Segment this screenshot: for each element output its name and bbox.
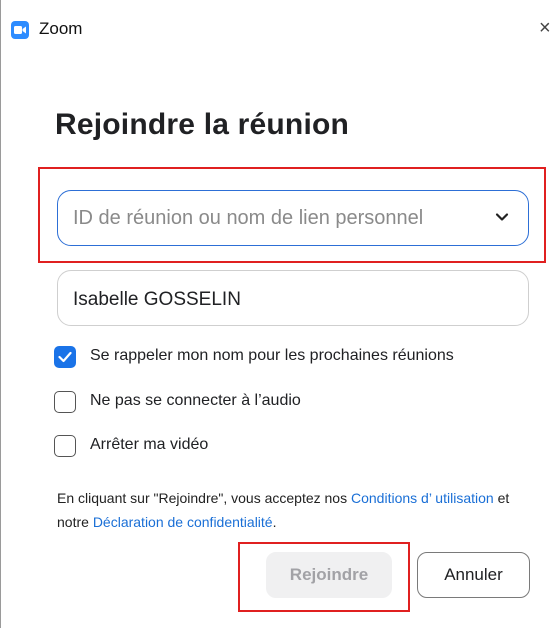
chevron-down-icon[interactable] — [493, 208, 511, 226]
title-bar: Zoom × — [1, 0, 558, 39]
legal-prefix: En cliquant sur "Rejoindre", vous accept… — [57, 490, 351, 506]
checkmark-icon — [58, 351, 72, 363]
stop-video-label: Arrêter ma vidéo — [90, 436, 209, 453]
display-name-input[interactable]: Isabelle GOSSELIN — [57, 270, 529, 326]
cancel-button[interactable]: Annuler — [417, 552, 530, 598]
remember-name-checkbox[interactable] — [54, 346, 76, 368]
no-audio-checkbox[interactable] — [54, 391, 76, 413]
meeting-id-select[interactable]: ID de réunion ou nom de lien personnel — [57, 190, 529, 246]
meeting-id-placeholder: ID de réunion ou nom de lien personnel — [73, 207, 424, 229]
close-icon[interactable]: × — [539, 16, 558, 40]
legal-notice: En cliquant sur "Rejoindre", vous accept… — [57, 486, 527, 534]
window-title: Zoom — [39, 19, 83, 38]
page-title: Rejoindre la réunion — [55, 108, 350, 141]
zoom-camera-icon — [11, 21, 29, 39]
legal-suffix: . — [272, 514, 277, 530]
stop-video-checkbox[interactable] — [54, 435, 76, 457]
remember-name-label: Se rappeler mon nom pour les prochaines … — [90, 347, 454, 364]
display-name-value: Isabelle GOSSELIN — [73, 289, 241, 310]
join-button[interactable]: Rejoindre — [266, 552, 392, 598]
zoom-window: Zoom × Rejoindre la réunion ID de réunio… — [0, 0, 558, 628]
privacy-link[interactable]: Déclaration de confidentialité — [93, 514, 273, 530]
terms-link[interactable]: Conditions d’ utilisation — [351, 490, 494, 506]
no-audio-label: Ne pas se connecter à l’audio — [90, 392, 301, 409]
